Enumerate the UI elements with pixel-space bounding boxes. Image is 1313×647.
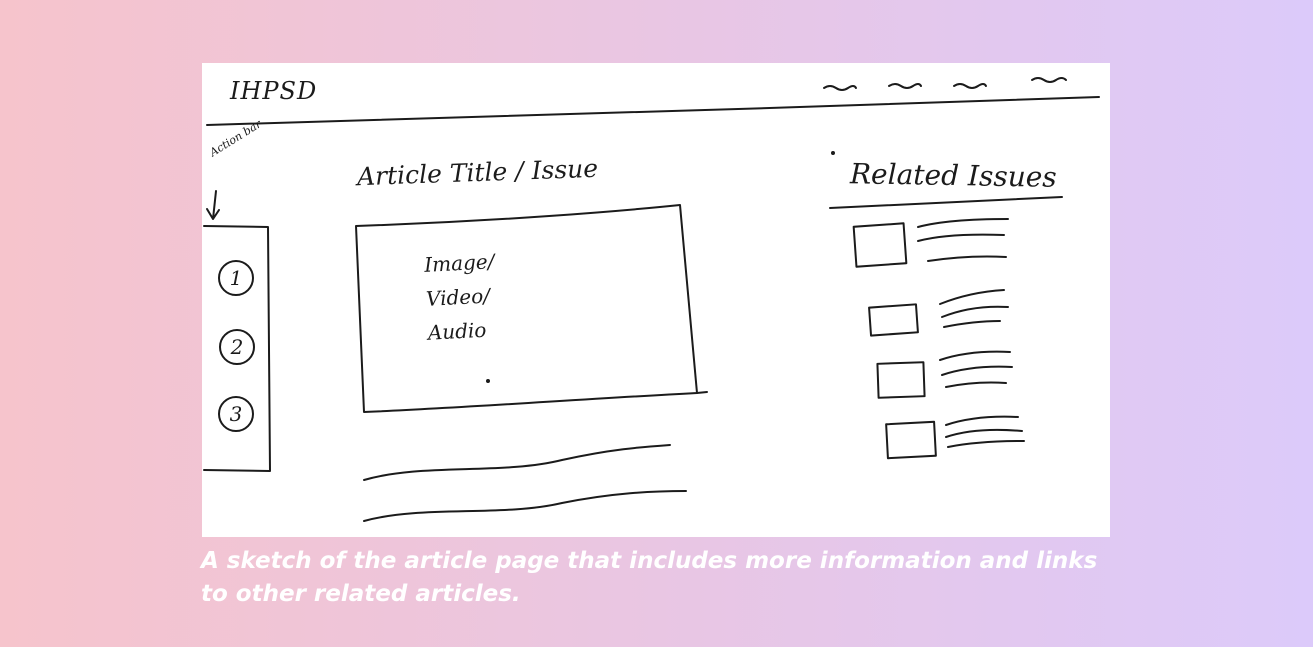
related-thumbnail xyxy=(868,303,919,337)
action-item-2: 2 xyxy=(219,329,255,365)
media-label-video: Video/ xyxy=(425,283,491,311)
action-item-1: 1 xyxy=(218,260,254,296)
related-underline xyxy=(829,196,1063,209)
image-caption: A sketch of the article page that includ… xyxy=(201,548,1098,607)
action-arrow xyxy=(206,190,220,220)
wireframe-sketch: IHPSD Article Title / Issue Related Issu… xyxy=(202,63,1110,537)
sketch-drawing xyxy=(203,77,1100,522)
related-issues-title: Related Issues xyxy=(849,157,1057,194)
nav-squiggle xyxy=(1031,77,1067,83)
related-thumbnail xyxy=(852,222,908,268)
nav-squiggle xyxy=(888,83,922,89)
media-label-image: Image/ xyxy=(423,249,495,277)
related-thumbnail xyxy=(885,420,937,460)
related-text-lines xyxy=(939,289,1009,328)
media-label-audio: Audio xyxy=(427,317,487,345)
related-text-lines xyxy=(917,218,1009,262)
header-divider xyxy=(206,96,1100,126)
related-thumbnail xyxy=(876,361,926,399)
media-box xyxy=(355,204,698,413)
media-placeholder-label: Image/ Video/ Audio xyxy=(423,244,498,350)
sketch-logo: IHPSD xyxy=(230,77,318,105)
text-squiggle xyxy=(363,490,687,522)
text-squiggle xyxy=(363,444,671,481)
nav-squiggle xyxy=(953,83,987,89)
related-text-lines xyxy=(939,350,1013,388)
action-item-3: 3 xyxy=(218,396,254,432)
related-text-lines xyxy=(945,415,1025,448)
nav-squiggle xyxy=(823,85,857,91)
